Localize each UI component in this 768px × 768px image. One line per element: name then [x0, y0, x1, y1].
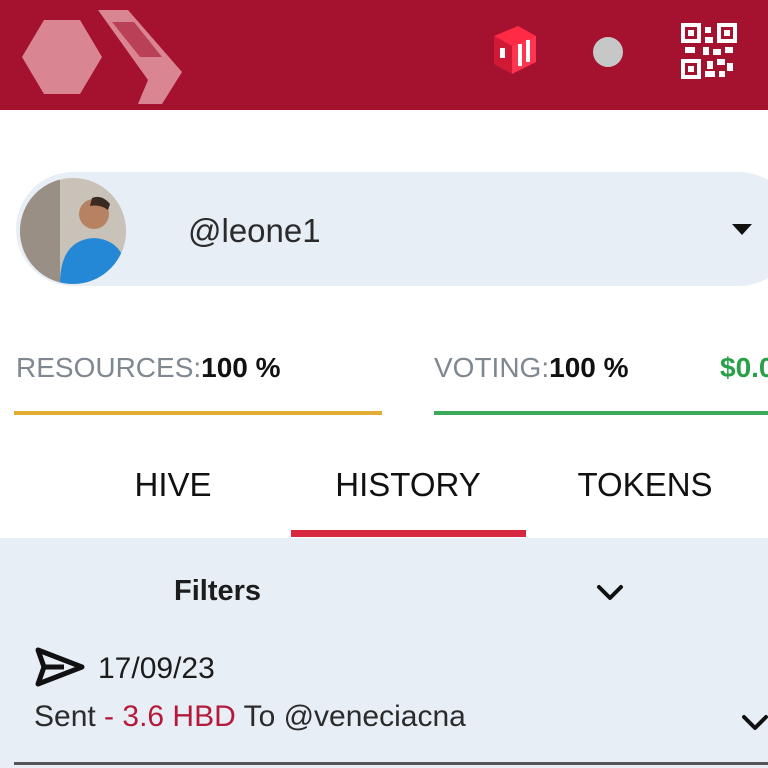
transaction-recipient: @veneciacna	[283, 700, 466, 733]
active-tab-indicator	[291, 530, 526, 537]
transaction-to-label: To	[235, 700, 284, 733]
tab-tokens[interactable]: TOKENS	[560, 466, 730, 504]
qr-code-icon[interactable]	[680, 22, 738, 80]
divider	[14, 762, 768, 765]
resources-meter: RESOURCES:100 %	[16, 352, 281, 384]
status-dot-icon	[593, 37, 623, 67]
account-username: @leone1	[188, 212, 321, 249]
voting-bar	[434, 411, 768, 415]
filters-label[interactable]: Filters	[174, 575, 261, 608]
resources-value: 100 %	[201, 352, 281, 383]
voting-meter: VOTING:100 %	[434, 352, 629, 384]
tab-hive[interactable]: HIVE	[118, 466, 228, 504]
app-header	[0, 0, 768, 110]
account-selector[interactable]	[16, 172, 768, 286]
tab-history[interactable]: HISTORY	[300, 466, 516, 504]
resources-bar	[14, 411, 382, 415]
voting-label: VOTING:	[434, 352, 550, 383]
transaction-separator: -	[95, 700, 123, 733]
send-icon	[35, 647, 85, 687]
transaction-amount: 3.6 HBD	[122, 700, 236, 733]
keychain-box-icon[interactable]	[486, 22, 542, 78]
transaction-type: Sent	[34, 700, 96, 733]
resources-label: RESOURCES:	[16, 352, 202, 383]
caret-down-icon[interactable]	[732, 224, 752, 235]
transaction-date: 17/09/23	[98, 652, 215, 685]
account-value: $0.0	[720, 352, 768, 383]
chevron-down-icon[interactable]	[738, 706, 768, 740]
voting-value: 100 %	[549, 352, 629, 383]
chevron-down-icon[interactable]	[592, 575, 628, 611]
hive-logo-icon[interactable]	[12, 2, 190, 110]
transaction-summary[interactable]: Sent - 3.6 HBD To @veneciacna	[34, 700, 466, 734]
user-avatar[interactable]	[20, 178, 126, 284]
